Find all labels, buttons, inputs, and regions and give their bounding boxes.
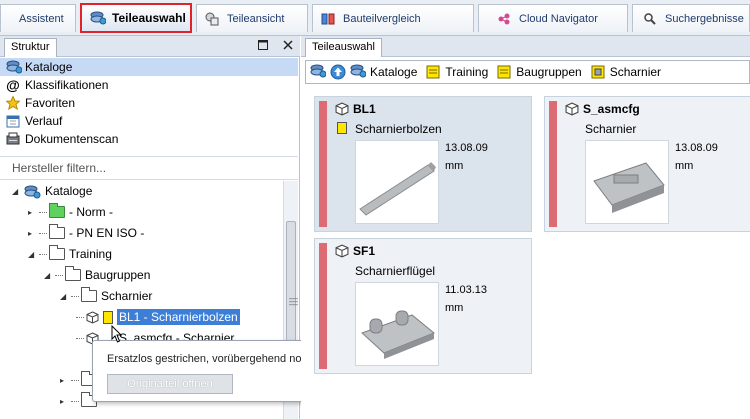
tree-node-scharnier[interactable]: ◢ Scharnier (60, 286, 152, 306)
part-name: S_asmcfg (583, 102, 640, 116)
tree-node-bl1[interactable]: BL1 - Scharnierbolzen (76, 307, 240, 327)
part-thumbnail-hinge-leaf (355, 282, 439, 366)
structure-panel-header: Struktur (0, 36, 300, 57)
part-date: 11.03.13 (445, 284, 488, 296)
catalog-icon (90, 11, 107, 25)
nav-item-klassifikationen[interactable]: @ Klassifikationen (0, 76, 298, 94)
part-card-bl1[interactable]: BL1 Scharnierbolzen 13.08.09 mm (314, 96, 532, 232)
catalog-icon (6, 60, 23, 74)
tab-assistent[interactable]: Assistent (0, 4, 76, 32)
parts-view-icon (205, 12, 219, 26)
document-icon (103, 310, 113, 324)
part-unit: mm (675, 160, 694, 172)
tab-struktur[interactable]: Struktur (4, 38, 57, 57)
status-bar (549, 101, 557, 227)
tab-suchergebnisse[interactable]: Suchergebnisse (632, 4, 750, 32)
folder-yellow-icon (425, 64, 441, 80)
folder-yellow-icon (496, 64, 512, 80)
open-original-part-button[interactable]: Originalteil öffnen (107, 374, 233, 394)
close-icon[interactable] (282, 40, 294, 52)
part-cube-icon (86, 310, 99, 324)
nav-item-favoriten[interactable]: Favoriten (0, 94, 298, 112)
folder-icon (65, 266, 81, 281)
part-description: Scharnierbolzen (355, 122, 442, 136)
tab-teileauswahl-panel[interactable]: Teileauswahl (305, 38, 382, 57)
nav-item-kataloge[interactable]: Kataloge (0, 58, 298, 76)
tab-cloud-navigator[interactable]: Cloud Navigator (478, 4, 628, 32)
collapse-icon[interactable]: ◢ (44, 271, 53, 280)
part-date: 13.08.09 (445, 142, 488, 154)
calendar-icon (6, 114, 20, 128)
scan-icon (6, 132, 20, 146)
catalog-icon (23, 185, 41, 198)
up-arrow-icon[interactable] (330, 64, 346, 80)
part-name: BL1 (353, 102, 376, 116)
parts-selection-panel: Teileauswahl Kataloge Training Baugruppe… (301, 36, 750, 419)
part-thumbnail-pin (355, 140, 439, 224)
parts-selection-header: Teileauswahl (301, 36, 750, 57)
breadcrumb-item[interactable]: Kataloge (370, 65, 417, 79)
part-name: SF1 (353, 244, 376, 258)
tree-node-training[interactable]: ◢ Training (28, 244, 112, 264)
at-icon: @ (6, 77, 20, 93)
part-unit: mm (445, 302, 464, 314)
cloud-navigator-icon (497, 12, 511, 26)
star-icon (5, 95, 21, 111)
mouse-cursor-icon (111, 325, 123, 343)
tab-bauteilvergleich[interactable]: Bauteilvergleich (312, 4, 474, 32)
tree-node-kataloge[interactable]: ◢ Kataloge (12, 181, 92, 201)
collapse-icon[interactable]: ◢ (28, 250, 37, 259)
breadcrumb-item[interactable]: Scharnier (610, 65, 661, 79)
breadcrumb-item[interactable]: Baugruppen (516, 65, 581, 79)
nav-item-verlauf[interactable]: Verlauf (0, 112, 298, 130)
catalog-icon (350, 64, 367, 80)
folder-icon (49, 203, 65, 218)
tree-node-pn-en-iso[interactable]: ▸ - PN EN ISO - (28, 223, 144, 243)
tree-node-baugruppen[interactable]: ◢ Baugruppen (44, 265, 150, 285)
part-date: 13.08.09 (675, 142, 718, 154)
expand-icon[interactable]: ▸ (28, 208, 37, 217)
breadcrumb-item[interactable]: Training (445, 65, 488, 79)
assembly-icon (565, 102, 579, 116)
main-tab-bar: Assistent Teileauswahl Teileansicht Baut… (0, 0, 750, 36)
catalog-icon[interactable] (310, 64, 327, 80)
tree-node-norm[interactable]: ▸ - Norm - (28, 202, 113, 222)
search-icon (643, 12, 657, 26)
collapse-icon[interactable]: ◢ (60, 292, 69, 301)
part-unit: mm (445, 160, 464, 172)
folder-icon (49, 245, 65, 260)
status-bar (319, 101, 327, 227)
expand-icon[interactable]: ▸ (60, 376, 69, 385)
part-card-s-asmcfg[interactable]: S_asmcfg Scharnier 13.08.09 mm (544, 96, 750, 232)
part-card-sf1[interactable]: SF1 Scharnierflügel 11.03.13 mm (314, 238, 532, 374)
part-cube-icon (335, 244, 349, 258)
part-description: Scharnier (585, 122, 637, 136)
part-description: Scharnierflügel (355, 264, 436, 278)
expand-icon[interactable]: ▸ (60, 397, 69, 406)
part-cube-icon (335, 102, 349, 116)
part-thumbnail-hinge (585, 140, 669, 224)
expand-icon[interactable]: ▸ (28, 229, 37, 238)
folder-icon (81, 287, 97, 302)
document-icon (337, 122, 347, 134)
structure-nav-list: Kataloge @ Klassifikationen Favoriten Ve… (0, 58, 298, 148)
nav-item-dokumentenscan[interactable]: Dokumentenscan (0, 130, 298, 148)
maximize-icon[interactable] (257, 40, 269, 52)
tab-teileansicht[interactable]: Teileansicht (196, 4, 308, 32)
status-bar (319, 243, 327, 369)
folder-icon (49, 224, 65, 239)
collapse-icon[interactable]: ◢ (12, 187, 21, 196)
hinge-folder-icon (590, 64, 606, 80)
breadcrumb: Kataloge Training Baugruppen Scharnier (305, 60, 750, 84)
compare-icon (321, 12, 335, 26)
manufacturer-filter-input[interactable]: Hersteller filtern... (0, 156, 298, 180)
tab-teileauswahl[interactable]: Teileauswahl (80, 3, 192, 33)
